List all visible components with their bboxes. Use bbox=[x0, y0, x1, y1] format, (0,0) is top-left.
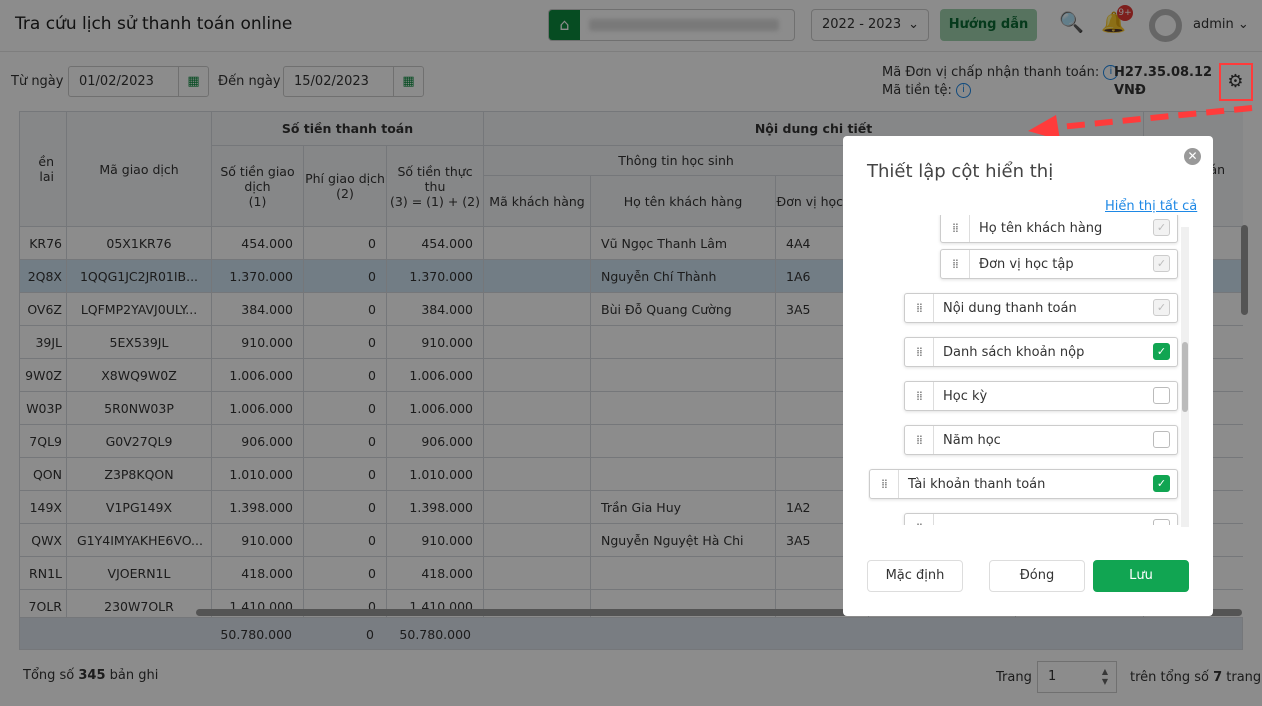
column-item[interactable]: ⁞⁞ Họ tên khách hàng ✓ bbox=[940, 215, 1178, 243]
checkbox[interactable]: ✓ bbox=[1153, 219, 1170, 236]
column-item-label: Năm học bbox=[943, 433, 1001, 448]
checkbox[interactable]: ✓ bbox=[1153, 299, 1170, 316]
column-item-label: Tài khoản thanh toán bbox=[908, 477, 1046, 492]
column-item[interactable]: ⁞⁞ bbox=[904, 513, 1178, 525]
checkbox[interactable]: ✓ bbox=[1153, 343, 1170, 360]
column-item[interactable]: ⁞⁞ Danh sách khoản nộp ✓ bbox=[904, 337, 1178, 367]
show-all-link[interactable]: Hiển thị tất cả bbox=[1105, 199, 1197, 214]
column-item-label: Học kỳ bbox=[943, 389, 988, 404]
checkbox[interactable]: ✓ bbox=[1153, 475, 1170, 492]
list-scrollbar[interactable] bbox=[1181, 227, 1189, 527]
drag-handle-icon[interactable]: ⁞⁞ bbox=[941, 215, 970, 242]
drag-handle-icon[interactable]: ⁞⁞ bbox=[905, 338, 934, 366]
drag-handle-icon[interactable]: ⁞⁞ bbox=[870, 470, 899, 498]
checkbox[interactable]: ✓ bbox=[1153, 255, 1170, 272]
highlight-box bbox=[1219, 63, 1253, 101]
close-icon[interactable]: ✕ bbox=[1184, 148, 1201, 165]
checkbox[interactable] bbox=[1153, 387, 1170, 404]
drag-handle-icon[interactable]: ⁞⁞ bbox=[905, 382, 934, 410]
save-button[interactable]: Lưu bbox=[1093, 560, 1189, 592]
column-item-label: Họ tên khách hàng bbox=[979, 221, 1103, 236]
column-item[interactable]: ⁞⁞ Học kỳ bbox=[904, 381, 1178, 411]
close-button[interactable]: Đóng bbox=[989, 560, 1085, 592]
column-settings-modal: Thiết lập cột hiển thị ✕ Hiển thị tất cả… bbox=[843, 136, 1213, 616]
column-item-label: Danh sách khoản nộp bbox=[943, 345, 1085, 360]
column-item[interactable]: ⁞⁞ Năm học bbox=[904, 425, 1178, 455]
column-item-label: Đơn vị học tập bbox=[979, 257, 1074, 272]
checkbox[interactable] bbox=[1153, 431, 1170, 448]
column-item-label: Nội dung thanh toán bbox=[943, 301, 1077, 316]
column-item[interactable]: ⁞⁞ Nội dung thanh toán ✓ bbox=[904, 293, 1178, 323]
drag-handle-icon[interactable]: ⁞⁞ bbox=[905, 426, 934, 454]
column-item[interactable]: ⁞⁞ Đơn vị học tập ✓ bbox=[940, 249, 1178, 279]
column-item[interactable]: ⁞⁞ Tài khoản thanh toán ✓ bbox=[869, 469, 1178, 499]
column-list: ⁞⁞ Họ tên khách hàng ✓ ⁞⁞ Đơn vị học tập ✓ ⁞⁞ N… bbox=[868, 215, 1190, 525]
drag-handle-icon[interactable]: ⁞⁞ bbox=[905, 514, 934, 525]
checkbox[interactable] bbox=[1153, 519, 1170, 525]
modal-title: Thiết lập cột hiển thị bbox=[867, 161, 1054, 182]
drag-handle-icon[interactable]: ⁞⁞ bbox=[905, 294, 934, 322]
default-button[interactable]: Mặc định bbox=[867, 560, 963, 592]
drag-handle-icon[interactable]: ⁞⁞ bbox=[941, 250, 970, 278]
